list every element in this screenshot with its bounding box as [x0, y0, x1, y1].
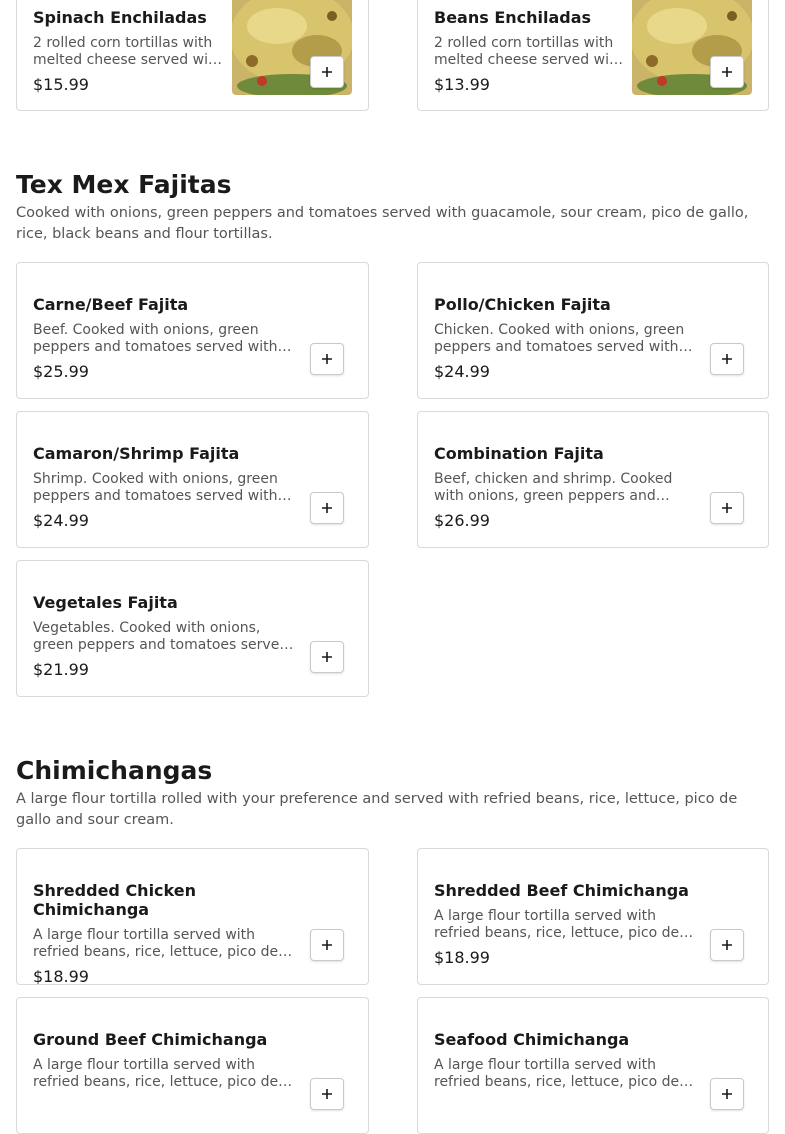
menu-item-description: Vegetables. Cooked with onions, green pe… [33, 620, 289, 653]
menu-item-name: Spinach Enchiladas [33, 8, 207, 27]
add-to-cart-button[interactable] [710, 492, 744, 524]
plus-icon [722, 1089, 732, 1099]
plus-icon [322, 67, 332, 77]
plus-icon [322, 1089, 332, 1099]
plus-icon [722, 67, 732, 77]
add-to-cart-button[interactable] [710, 56, 744, 88]
menu-item-name: Combination Fajita [434, 444, 604, 463]
menu-item-price: $18.99 [33, 967, 89, 985]
plus-icon [722, 503, 732, 513]
section-description: A large flour tortilla rolled with your … [16, 791, 738, 828]
add-to-cart-button[interactable] [310, 492, 344, 524]
menu-item-description: 2 rolled corn tortillas with melted chee… [33, 35, 223, 68]
add-to-cart-button[interactable] [710, 343, 744, 375]
section-title: Tex Mex Fajitas [16, 170, 232, 199]
section-title: Chimichangas [16, 756, 213, 785]
plus-icon [322, 503, 332, 513]
menu-item-name: Carne/Beef Fajita [33, 295, 189, 314]
menu-item-price: $24.99 [33, 511, 89, 530]
menu-item-card[interactable]: Spinach Enchiladas 2 rolled corn tortill… [16, 0, 369, 111]
menu-item-card[interactable]: Beans Enchiladas 2 rolled corn tortillas… [417, 0, 769, 111]
add-to-cart-button[interactable] [310, 1078, 344, 1110]
menu-item-description: Beef, chicken and shrimp. Cooked with on… [434, 471, 673, 504]
menu-item-name: Ground Beef Chimichanga [33, 1030, 268, 1049]
menu-item-price: $25.99 [33, 362, 89, 381]
plus-icon [322, 652, 332, 662]
menu-item-name: Shredded Chicken Chimichanga [33, 881, 196, 919]
menu-item-description: Shrimp. Cooked with onions, green pepper… [33, 471, 278, 504]
menu-item-card[interactable]: Shredded Beef Chimichanga A large flour … [417, 848, 769, 985]
menu-item-description: A large flour tortilla served with refri… [434, 1057, 680, 1090]
menu-item-card[interactable]: Shredded Chicken Chimichanga A large flo… [16, 848, 369, 985]
plus-icon [722, 354, 732, 364]
menu-item-price: $13.99 [434, 75, 490, 94]
menu-item-card[interactable]: Ground Beef Chimichanga A large flour to… [16, 997, 369, 1134]
menu-item-card[interactable]: Camaron/Shrimp Fajita Shrimp. Cooked wit… [16, 411, 369, 548]
menu-item-description: A large flour tortilla served with refri… [33, 1057, 279, 1090]
plus-icon [322, 354, 332, 364]
menu-item-price: $24.99 [434, 362, 490, 381]
section-description: Cooked with onions, green peppers and to… [16, 205, 749, 242]
plus-icon [322, 940, 332, 950]
add-to-cart-button[interactable] [310, 343, 344, 375]
menu-item-description: Beef. Cooked with onions, green peppers … [33, 322, 278, 355]
add-to-cart-button[interactable] [310, 929, 344, 961]
add-to-cart-button[interactable] [710, 1078, 744, 1110]
menu-item-price: $21.99 [33, 660, 89, 679]
menu-item-price: $18.99 [434, 948, 490, 967]
menu-item-description: Chicken. Cooked with onions, green peppe… [434, 322, 685, 355]
menu-item-image[interactable] [632, 0, 752, 95]
menu-item-name: Seafood Chimichanga [434, 1030, 630, 1049]
add-to-cart-button[interactable] [310, 56, 344, 88]
menu-item-price: $15.99 [33, 75, 89, 94]
menu-item-card[interactable]: Carne/Beef Fajita Beef. Cooked with onio… [16, 262, 369, 399]
menu-item-name: Shredded Beef Chimichanga [434, 881, 689, 900]
menu-item-image[interactable] [232, 0, 352, 95]
plus-icon [722, 940, 732, 950]
add-to-cart-button[interactable] [310, 641, 344, 673]
menu-item-card[interactable]: Seafood Chimichanga A large flour tortil… [417, 997, 769, 1134]
menu-item-description: A large flour tortilla served with refri… [33, 927, 279, 960]
menu-item-card[interactable]: Combination Fajita Beef, chicken and shr… [417, 411, 769, 548]
menu-item-name: Vegetales Fajita [33, 593, 178, 612]
menu-item-price: $26.99 [434, 511, 490, 530]
menu-item-description: 2 rolled corn tortillas with melted chee… [434, 35, 624, 68]
menu-item-description: A large flour tortilla served with refri… [434, 908, 680, 941]
menu-item-name: Camaron/Shrimp Fajita [33, 444, 240, 463]
add-to-cart-button[interactable] [710, 929, 744, 961]
menu-item-card[interactable]: Vegetales Fajita Vegetables. Cooked with… [16, 560, 369, 697]
menu-item-name: Pollo/Chicken Fajita [434, 295, 611, 314]
menu-item-card[interactable]: Pollo/Chicken Fajita Chicken. Cooked wit… [417, 262, 769, 399]
menu-item-name: Beans Enchiladas [434, 8, 592, 27]
